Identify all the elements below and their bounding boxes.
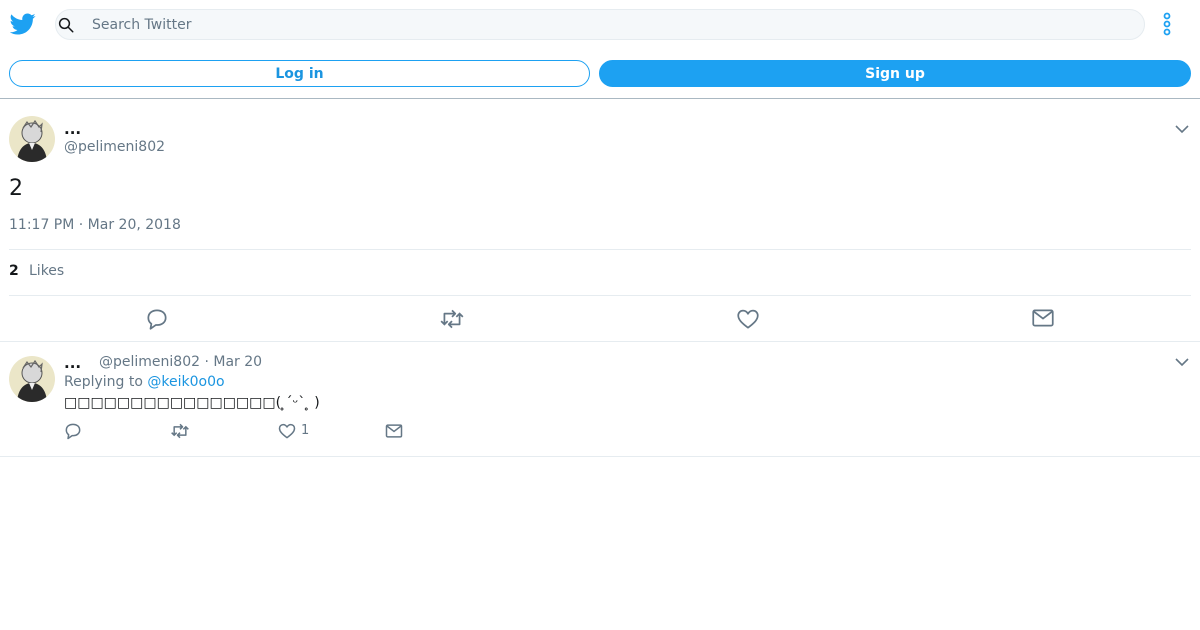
avatar[interactable] xyxy=(9,116,55,162)
likes-label[interactable]: Likes xyxy=(29,263,64,279)
tweet-timestamp[interactable]: 11:17 PM · Mar 20, 2018 xyxy=(9,217,181,233)
replying-to-link[interactable]: @keik0o0o xyxy=(147,374,224,390)
twitter-bird-icon[interactable] xyxy=(10,11,36,37)
divider xyxy=(0,456,1200,457)
chevron-down-icon[interactable] xyxy=(1174,123,1190,135)
divider xyxy=(0,341,1200,342)
reply-author-handle[interactable]: @pelimeni802 · Mar 20 xyxy=(99,354,262,370)
top-bar xyxy=(0,0,1200,48)
dm-icon[interactable] xyxy=(384,421,404,441)
author-name[interactable]: ... xyxy=(64,120,81,138)
like-icon[interactable] xyxy=(735,306,761,332)
retweet-icon[interactable] xyxy=(170,421,190,441)
like-icon[interactable] xyxy=(277,421,297,441)
likes-count[interactable]: 2 xyxy=(9,263,19,279)
author-handle[interactable]: @pelimeni802 xyxy=(64,139,165,155)
reply-icon[interactable] xyxy=(144,306,170,332)
avatar-image xyxy=(9,356,55,402)
replying-prefix: Replying to xyxy=(64,374,148,390)
tweet-text: 2 xyxy=(9,176,23,201)
avatar-image xyxy=(9,116,55,162)
reply-icon[interactable] xyxy=(63,421,83,441)
header-divider xyxy=(0,98,1200,99)
search-icon xyxy=(58,17,74,33)
divider xyxy=(9,295,1191,296)
log-in-button[interactable]: Log in xyxy=(9,60,590,87)
retweet-icon[interactable] xyxy=(439,306,465,332)
reply-text: □□□□□□□□□□□□□□□□( ̥ˊᵕˋ ̥ ) xyxy=(64,395,320,411)
reply-author-name[interactable]: ... xyxy=(64,354,81,372)
dm-icon[interactable] xyxy=(1030,305,1056,331)
reply-avatar[interactable] xyxy=(9,356,55,402)
divider xyxy=(9,249,1191,250)
reply-like-count[interactable]: 1 xyxy=(301,423,309,438)
chevron-down-icon[interactable] xyxy=(1174,356,1190,368)
more-vertical-icon[interactable] xyxy=(1160,12,1174,36)
sign-up-button[interactable]: Sign up xyxy=(599,60,1191,87)
search-input[interactable] xyxy=(92,9,1132,40)
replying-to: Replying to @keik0o0o xyxy=(64,374,225,390)
